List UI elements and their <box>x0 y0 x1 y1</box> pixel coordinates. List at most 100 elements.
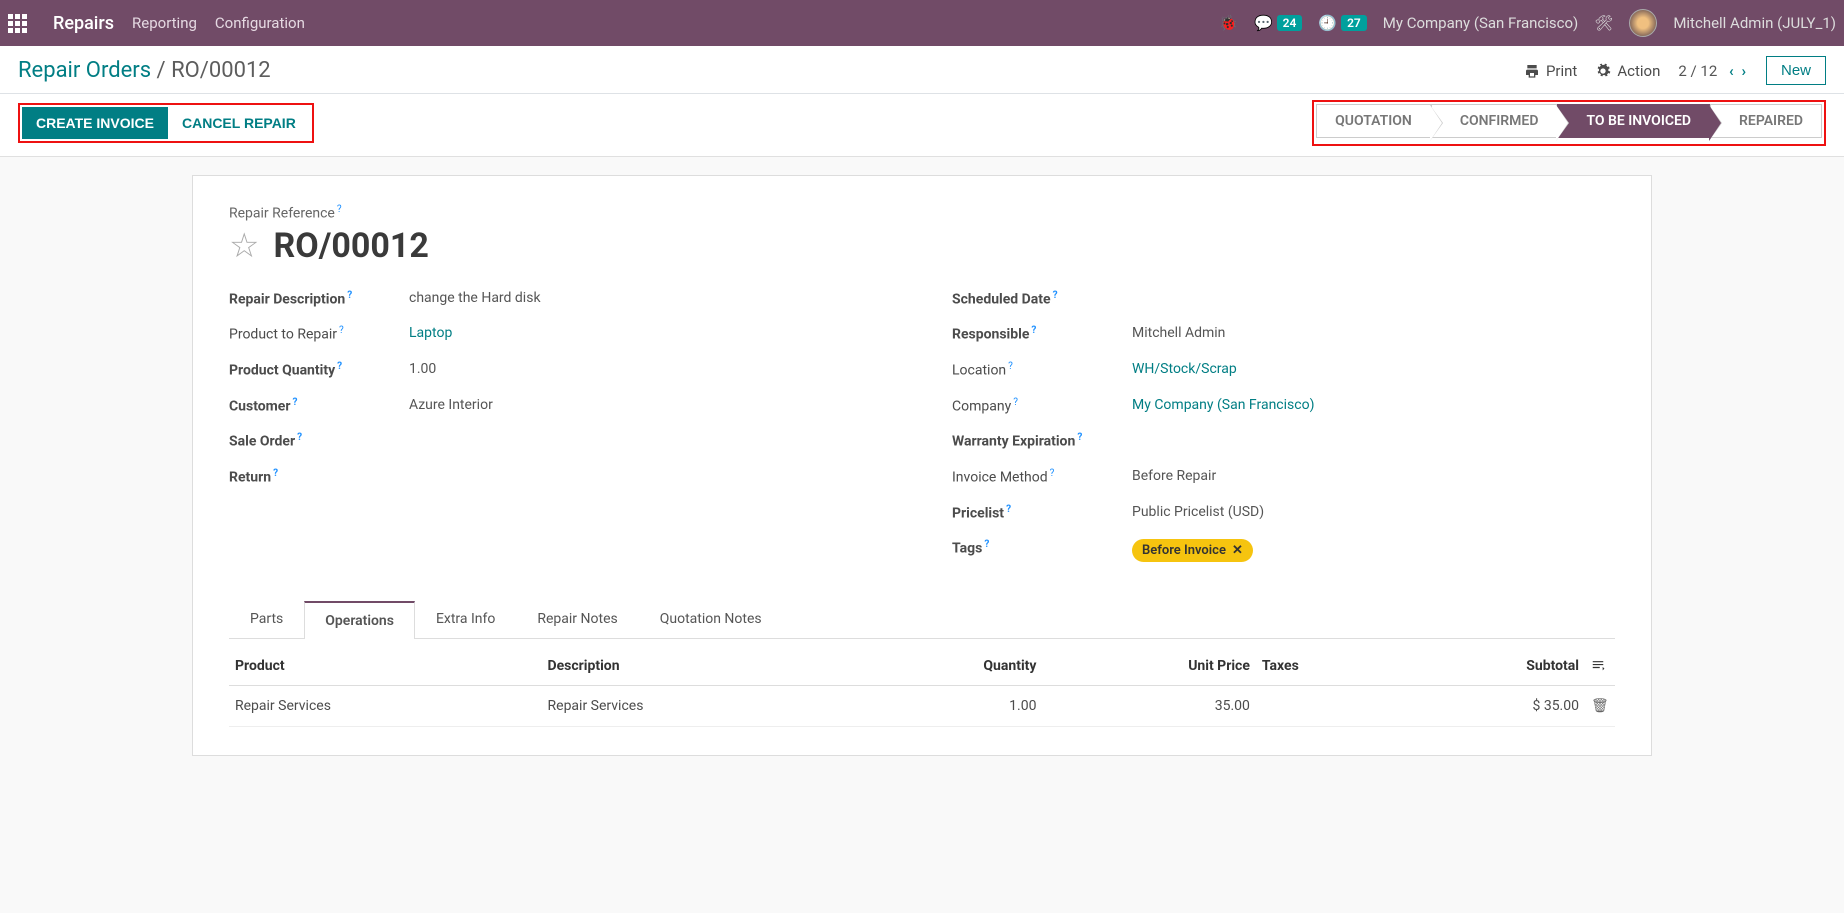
field-label: Sale Order? <box>229 432 409 450</box>
options-icon <box>1591 657 1605 671</box>
th-subtotal[interactable]: Subtotal <box>1397 647 1585 686</box>
cell-subtotal: $ 35.00 <box>1397 686 1585 727</box>
field-value[interactable]: Laptop <box>409 325 452 343</box>
th-options[interactable] <box>1585 647 1615 686</box>
tools-icon[interactable]: 🛠 <box>1594 14 1613 32</box>
form-sheet: Repair Reference? ☆ RO/00012 Repair Desc… <box>192 175 1652 756</box>
create-invoice-button[interactable]: CREATE INVOICE <box>22 107 168 139</box>
th-description[interactable]: Description <box>542 647 855 686</box>
th-unit-price[interactable]: Unit Price <box>1042 647 1255 686</box>
user-menu[interactable]: Mitchell Admin (JULY_1) <box>1673 14 1836 32</box>
cell-description: Repair Services <box>542 686 855 727</box>
pager-next[interactable]: › <box>1741 62 1748 80</box>
field-label: Invoice Method? <box>952 468 1132 486</box>
statusbar-highlight: QUOTATIONCONFIRMEDTO BE INVOICEDREPAIRED <box>1312 100 1826 146</box>
field-label: Responsible? <box>952 325 1132 343</box>
field-label: Repair Description? <box>229 290 409 308</box>
ref-label: Repair Reference? <box>229 204 1615 222</box>
cell-quantity: 1.00 <box>854 686 1042 727</box>
field-label: Scheduled Date? <box>952 290 1132 308</box>
actionbar: CREATE INVOICE CANCEL REPAIR QUOTATIONCO… <box>0 94 1844 157</box>
field-value[interactable]: WH/Stock/Scrap <box>1132 361 1237 379</box>
status-to-be-invoiced[interactable]: TO BE INVOICED <box>1557 104 1710 138</box>
action-buttons-highlight: CREATE INVOICE CANCEL REPAIR <box>18 103 314 143</box>
nav-configuration[interactable]: Configuration <box>215 14 305 32</box>
pager-prev[interactable]: ‹ <box>1729 62 1736 80</box>
field-value: Before Invoice ✕ <box>1132 539 1253 562</box>
activities-icon[interactable]: 🕘27 <box>1318 14 1366 32</box>
field-warranty-expiration: Warranty Expiration? <box>952 432 1615 450</box>
cancel-repair-button[interactable]: CANCEL REPAIR <box>168 107 310 139</box>
th-product[interactable]: Product <box>229 647 542 686</box>
field-value: 1.00 <box>409 361 436 379</box>
field-value: Mitchell Admin <box>1132 325 1225 343</box>
field-sale-order: Sale Order? <box>229 432 892 450</box>
cell-product: Repair Services <box>229 686 542 727</box>
apps-icon[interactable] <box>8 14 27 33</box>
field-responsible: Responsible?Mitchell Admin <box>952 325 1615 343</box>
field-value: Public Pricelist (USD) <box>1132 504 1264 522</box>
tabs: PartsOperationsExtra InfoRepair NotesQuo… <box>229 600 1615 639</box>
field-label: Customer? <box>229 397 409 415</box>
field-invoice-method: Invoice Method?Before Repair <box>952 468 1615 486</box>
tag-remove-icon[interactable]: ✕ <box>1232 543 1243 558</box>
topbar: Repairs Reporting Configuration 🐞 💬24 🕘2… <box>0 0 1844 46</box>
new-button[interactable]: New <box>1766 56 1826 85</box>
tab-parts[interactable]: Parts <box>229 600 304 638</box>
pager: 2 / 12 ‹ › <box>1678 62 1748 80</box>
field-tags: Tags?Before Invoice ✕ <box>952 539 1615 562</box>
field-product-to-repair: Product to Repair?Laptop <box>229 325 892 343</box>
messages-icon[interactable]: 💬24 <box>1254 14 1302 32</box>
tab-extra-info[interactable]: Extra Info <box>415 600 516 638</box>
field-label: Tags? <box>952 539 1132 562</box>
breadcrumb-root[interactable]: Repair Orders <box>18 58 151 83</box>
th-quantity[interactable]: Quantity <box>854 647 1042 686</box>
controlbar: Repair Orders / RO/00012 Print Action 2 … <box>0 46 1844 94</box>
status-quotation[interactable]: QUOTATION <box>1316 104 1431 138</box>
cell-unit-price: 35.00 <box>1042 686 1255 727</box>
action-button[interactable]: Action <box>1595 62 1660 80</box>
tag[interactable]: Before Invoice ✕ <box>1132 539 1253 562</box>
tab-quotation-notes[interactable]: Quotation Notes <box>639 600 783 638</box>
messages-badge: 24 <box>1277 15 1303 31</box>
company-switcher[interactable]: My Company (San Francisco) <box>1383 14 1578 32</box>
print-button[interactable]: Print <box>1524 62 1577 80</box>
breadcrumb-current: RO/00012 <box>171 58 271 83</box>
app-brand[interactable]: Repairs <box>53 13 114 34</box>
field-pricelist: Pricelist?Public Pricelist (USD) <box>952 504 1615 522</box>
activities-badge: 27 <box>1341 15 1367 31</box>
debug-icon[interactable]: 🐞 <box>1219 14 1238 32</box>
field-repair-description: Repair Description?change the Hard disk <box>229 290 892 308</box>
field-value: Before Repair <box>1132 468 1216 486</box>
th-taxes[interactable]: Taxes <box>1256 647 1398 686</box>
avatar[interactable] <box>1629 9 1657 37</box>
field-label: Location? <box>952 361 1132 379</box>
statusbar: QUOTATIONCONFIRMEDTO BE INVOICEDREPAIRED <box>1316 104 1822 138</box>
field-value[interactable]: My Company (San Francisco) <box>1132 397 1314 415</box>
gear-icon <box>1595 63 1611 79</box>
field-label: Return? <box>229 468 409 486</box>
left-column: Repair Description?change the Hard disk P… <box>229 290 892 581</box>
breadcrumb: Repair Orders / RO/00012 <box>18 58 271 83</box>
favorite-star[interactable]: ☆ <box>229 226 259 266</box>
field-label: Product Quantity? <box>229 361 409 379</box>
field-return: Return? <box>229 468 892 486</box>
field-label: Company? <box>952 397 1132 415</box>
tab-repair-notes[interactable]: Repair Notes <box>516 600 638 638</box>
right-column: Scheduled Date? Responsible?Mitchell Admi… <box>952 290 1615 581</box>
field-scheduled-date: Scheduled Date? <box>952 290 1615 308</box>
field-company: Company?My Company (San Francisco) <box>952 397 1615 415</box>
field-label: Pricelist? <box>952 504 1132 522</box>
tab-operations[interactable]: Operations <box>304 601 415 639</box>
print-icon <box>1524 63 1540 79</box>
table-row[interactable]: Repair ServicesRepair Services1.0035.00$… <box>229 686 1615 727</box>
cell-taxes <box>1256 686 1398 727</box>
status-confirmed[interactable]: CONFIRMED <box>1431 104 1558 138</box>
field-value: Azure Interior <box>409 397 493 415</box>
operations-table: Product Description Quantity Unit Price … <box>229 647 1615 727</box>
nav-reporting[interactable]: Reporting <box>132 14 197 32</box>
row-delete[interactable]: 🗑 <box>1585 686 1615 727</box>
field-label: Product to Repair? <box>229 325 409 343</box>
status-repaired[interactable]: REPAIRED <box>1710 104 1822 138</box>
field-customer: Customer?Azure Interior <box>229 397 892 415</box>
